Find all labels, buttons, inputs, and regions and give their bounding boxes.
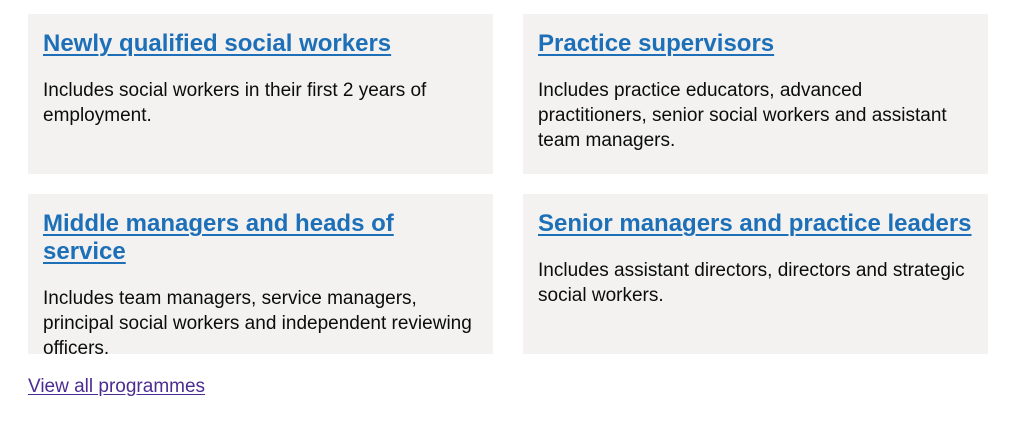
programme-link-middle-managers[interactable]: Middle managers and heads of service <box>43 210 478 266</box>
programme-card-practice-supervisors: Practice supervisors Includes practice e… <box>523 14 988 174</box>
programme-description: Includes assistant directors, directors … <box>538 260 965 306</box>
programme-card-senior-managers: Senior managers and practice leaders Inc… <box>523 194 988 354</box>
programme-link-practice-supervisors[interactable]: Practice supervisors <box>538 30 774 58</box>
programme-description: Includes practice educators, advanced pr… <box>538 80 947 151</box>
programme-link-newly-qualified[interactable]: Newly qualified social workers <box>43 30 391 58</box>
programme-card-middle-managers: Middle managers and heads of service Inc… <box>28 194 493 359</box>
programme-card-newly-qualified: Newly qualified social workers Includes … <box>28 14 493 174</box>
programme-cards-grid: Newly qualified social workers Includes … <box>28 14 988 359</box>
programme-description: Includes social workers in their first 2… <box>43 80 427 126</box>
programme-link-senior-managers[interactable]: Senior managers and practice leaders <box>538 210 972 238</box>
view-all-programmes-link[interactable]: View all programmes <box>28 374 205 399</box>
programme-description: Includes team managers, service managers… <box>43 288 472 359</box>
